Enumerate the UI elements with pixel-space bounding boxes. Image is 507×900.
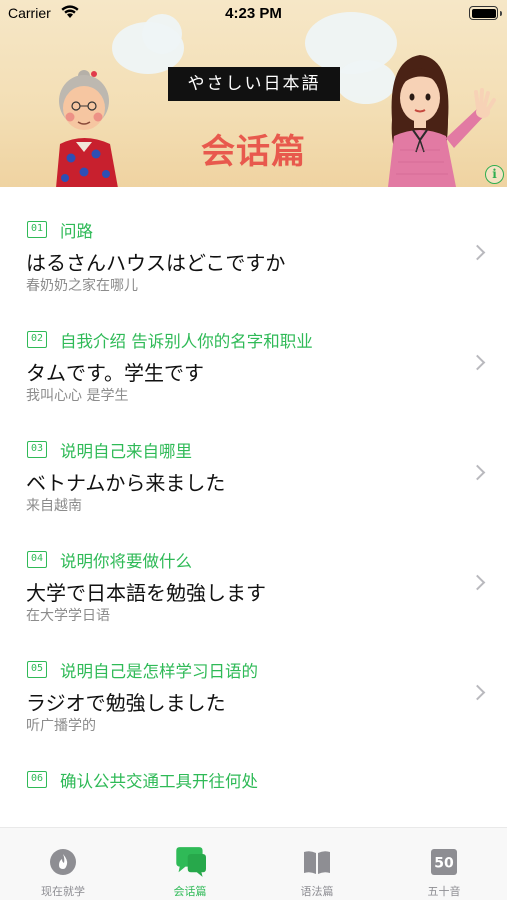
lesson-item-03[interactable]: 03 说明自己来自哪里 ベトナムから来ました 来自越南 — [0, 407, 507, 517]
flame-icon — [50, 849, 76, 875]
lesson-item-04[interactable]: 04 说明你将要做什么 大学で日本語を勉強します 在大学学日语 — [0, 517, 507, 627]
lesson-list[interactable]: 01 问路 はるさんハウスはどこですか 春奶奶之家在哪儿 02 自我介绍 告诉别… — [0, 187, 507, 827]
clock: 4:23 PM — [225, 5, 282, 22]
battery-icon — [469, 6, 502, 20]
lesson-topic: 说明自己来自哪里 — [60, 442, 192, 461]
lesson-japanese-title: はるさんハウスはどこですか — [26, 251, 286, 275]
tab-label: 五十音 — [427, 885, 461, 898]
lesson-number-badge: 05 — [27, 661, 47, 678]
lesson-topic: 自我介绍 告诉别人你的名字和职业 — [60, 332, 313, 351]
tab-conversation[interactable]: 会话篇 — [127, 828, 253, 900]
lesson-number-badge: 02 — [27, 331, 47, 348]
lesson-topic: 说明你将要做什么 — [60, 552, 192, 571]
tab-label: 语法篇 — [300, 885, 334, 898]
lesson-chinese-translation: 来自越南 — [26, 498, 82, 514]
lesson-topic: 问路 — [60, 222, 93, 241]
lesson-japanese-title: ベトナムから来ました — [26, 471, 226, 495]
chevron-right-icon — [469, 464, 486, 481]
lesson-chinese-translation: 在大学学日语 — [26, 608, 110, 624]
status-bar: Carrier 4:23 PM — [0, 0, 507, 26]
lesson-item-05[interactable]: 05 说明自己是怎样学习日语的 ラジオで勉強しました 听广播学的 — [0, 627, 507, 737]
lesson-item-06[interactable]: 06 确认公共交通工具开往何处 — [0, 737, 507, 827]
kana-50-icon: 50 — [431, 849, 457, 875]
lesson-chinese-translation: 听广播学的 — [26, 718, 96, 734]
lesson-chinese-translation: 春奶奶之家在哪儿 — [26, 278, 138, 294]
lesson-topic: 说明自己是怎样学习日语的 — [60, 662, 258, 681]
lesson-item-02[interactable]: 02 自我介绍 告诉别人你的名字和职业 タムです。学生です 我叫心心 是学生 — [0, 297, 507, 407]
lesson-number-badge: 06 — [27, 771, 47, 788]
lesson-topic: 确认公共交通工具开往何处 — [60, 772, 258, 791]
chevron-right-icon — [469, 574, 486, 591]
book-icon — [304, 851, 330, 874]
app-title: やさしい日本語 — [168, 67, 340, 101]
chevron-right-icon — [469, 684, 486, 701]
chevron-right-icon — [469, 354, 486, 371]
chevron-right-icon — [469, 244, 486, 261]
svg-text:50: 50 — [434, 856, 454, 872]
info-icon[interactable]: i — [485, 165, 504, 184]
tab-bar: 现在就学 会话篇 语法篇 50 五十音 — [0, 827, 507, 900]
tab-grammar[interactable]: 语法篇 — [254, 828, 380, 900]
tab-study-now[interactable]: 现在就学 — [0, 828, 126, 900]
lesson-japanese-title: 大学で日本語を勉強します — [26, 581, 266, 605]
section-title: 会话篇 — [201, 132, 306, 172]
lesson-number-badge: 04 — [27, 551, 47, 568]
lesson-chinese-translation: 我叫心心 是学生 — [26, 388, 129, 404]
tab-label: 会话篇 — [173, 885, 207, 898]
lesson-japanese-title: ラジオで勉強しました — [26, 691, 226, 715]
lesson-item-01[interactable]: 01 问路 はるさんハウスはどこですか 春奶奶之家在哪儿 — [0, 187, 507, 297]
tab-kana[interactable]: 50 五十音 — [381, 828, 507, 900]
tab-label: 现在就学 — [41, 885, 85, 898]
chat-bubbles-icon — [176, 847, 206, 877]
header-banner: やさしい日本語 会话篇 i — [0, 0, 507, 187]
lesson-number-badge: 01 — [27, 221, 47, 238]
lesson-japanese-title: タムです。学生です — [26, 361, 204, 385]
lesson-number-badge: 03 — [27, 441, 47, 458]
